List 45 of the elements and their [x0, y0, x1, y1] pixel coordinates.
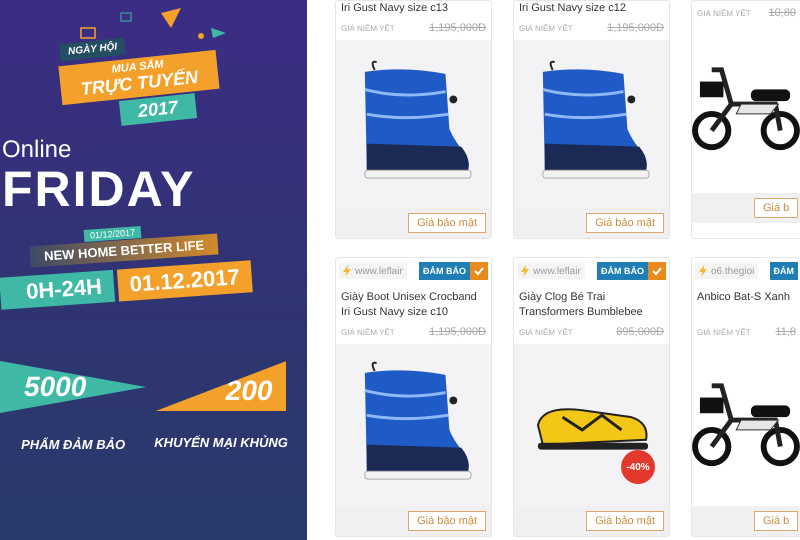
- lightning-icon: [343, 265, 351, 277]
- product-card[interactable]: Iri Gust Navy size c13 GIÁ NIÊM YẾT 1,195,000Đ Giá bảo mật: [335, 0, 492, 239]
- product-card[interactable]: www.leflair ĐẢM BẢO Giày Clog Bé Trai Transformers Bumblebee GIÁ NIÊM YẾT 895,000Đ -40% Giá bảo mật: [513, 257, 670, 537]
- friday-title: FRIDAY: [2, 164, 196, 214]
- hours-ribbon: 0H-24H: [0, 270, 115, 310]
- stat-number: 5000: [0, 361, 146, 413]
- list-price-label: GIÁ NIÊM YẾT: [697, 8, 751, 18]
- discount-badge: -40%: [621, 450, 655, 484]
- product-title[interactable]: Giày Clog Bé Trai Transformers Bumblebee: [514, 284, 669, 320]
- list-price-label: GIÁ NIÊM YẾT: [341, 328, 395, 336]
- list-price: 895,000Đ: [616, 326, 664, 338]
- list-price: 10,80: [768, 7, 796, 19]
- list-price-label: GIÁ NIÊM YẾT: [519, 24, 573, 32]
- source-url: www.leflair: [355, 266, 403, 276]
- list-price: 1,195,000Đ: [429, 22, 486, 34]
- list-price-label: GIÁ NIÊM YẾT: [697, 328, 751, 336]
- product-card[interactable]: o6.thegioi ĐẢM Anbico Bat-S Xanh GIÁ NIÊM YẾT 11,8 Giá b: [691, 257, 800, 537]
- product-card[interactable]: Iri Gust Navy size c12 GIÁ NIÊM YẾT 1,195,000Đ Giá bảo mật: [513, 0, 670, 239]
- badge-label: ĐẢM BẢO: [422, 266, 467, 276]
- product-title[interactable]: Anbico Bat-S Xanh: [692, 284, 800, 320]
- check-icon: [470, 262, 488, 280]
- list-price-label: GIÁ NIÊM YẾT: [519, 328, 573, 336]
- lightning-icon: [699, 265, 707, 277]
- stat-caption: PHẨM ĐẢM BẢO: [21, 437, 126, 452]
- list-price: 1,195,000Đ: [607, 22, 664, 34]
- badge-label: ĐẢM BẢO: [600, 266, 645, 276]
- product-card[interactable]: www.leflair ĐẢM BẢO Giày Boot Unisex Crocband Iri Gust Navy size c10 GIÁ NIÊM YẾT 1,195,000Đ Giá bảo mật: [335, 257, 492, 537]
- date-big-ribbon: 01.12.2017: [116, 260, 253, 302]
- check-icon: [648, 262, 666, 280]
- date-ribbon: 01/12/2017: [84, 226, 142, 242]
- event-label: NGÀY HỘI: [59, 38, 126, 62]
- product-title[interactable]: Iri Gust Navy size c13: [336, 1, 491, 16]
- stat-caption: KHUYẾN MẠI KHỦNG: [154, 435, 288, 450]
- product-title[interactable]: Iri Gust Navy size c12: [514, 1, 669, 16]
- year-ribbon: 2017: [118, 93, 198, 126]
- lightning-icon: [521, 265, 529, 277]
- stat-number: 200: [156, 361, 286, 411]
- source-url: www.leflair: [533, 266, 581, 276]
- badge-label: ĐẢM: [772, 266, 795, 276]
- list-price: 11,8: [775, 326, 796, 338]
- source-url: o6.thegioi: [711, 266, 754, 276]
- list-price-label: GIÁ NIÊM YẾT: [341, 24, 395, 32]
- product-title[interactable]: Giày Boot Unisex Crocband Iri Gust Navy size c10: [336, 284, 491, 320]
- list-price: 1,195,000Đ: [429, 326, 486, 338]
- online-label: Online: [2, 136, 72, 164]
